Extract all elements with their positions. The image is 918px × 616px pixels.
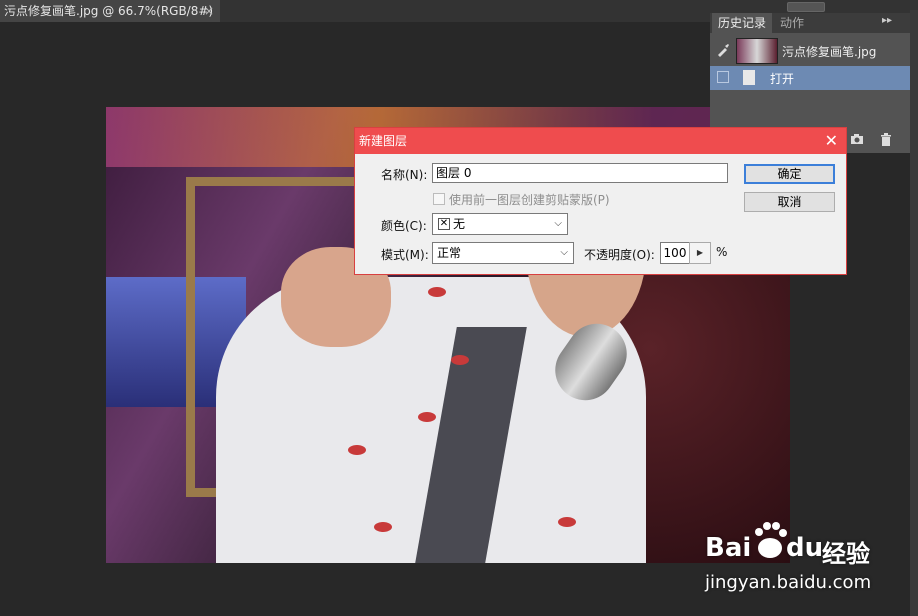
opacity-label: 不透明度(O): (584, 248, 655, 262)
blend-mode-value: 正常 (437, 246, 462, 260)
history-state-label: 打开 (770, 72, 795, 86)
chevron-down-icon: ⌵ (560, 247, 568, 258)
no-color-swatch-icon: ✕ (438, 218, 450, 230)
baidu-paw-icon (755, 522, 787, 558)
dialog-title: 新建图层 (359, 134, 408, 148)
lip-mark (374, 522, 392, 532)
dialog-title-bar[interactable]: 新建图层 ✕ (355, 128, 846, 154)
history-snapshot[interactable]: 污点修复画笔.jpg (710, 35, 918, 65)
watermark-brand: Bai (705, 533, 752, 563)
ok-button[interactable]: 确定 (744, 164, 835, 184)
tab-actions[interactable]: 动作 (774, 13, 810, 33)
lip-mark (348, 445, 366, 455)
lip-mark (418, 412, 436, 422)
opacity-unit: % (716, 245, 728, 259)
snapshot-thumbnail (736, 38, 778, 64)
history-source-checkbox[interactable] (717, 71, 729, 83)
history-state-row[interactable]: 打开 (710, 66, 918, 90)
opacity-slider-arrow-icon[interactable]: ▶ (689, 242, 711, 264)
new-layer-dialog: 新建图层 ✕ 名称(N): 图层 0 使用前一图层创建剪贴蒙版(P) 颜色(C)… (354, 127, 847, 275)
color-select[interactable]: ✕ 无 ⌵ (432, 213, 568, 235)
close-icon[interactable]: ✕ (825, 128, 838, 154)
panel-expand-icon[interactable]: ▸▸ (882, 15, 892, 26)
cancel-button[interactable]: 取消 (744, 192, 835, 212)
right-panel-edge (910, 10, 918, 616)
tab-history[interactable]: 历史记录 (712, 13, 773, 33)
document-icon (743, 70, 755, 85)
close-tab-icon[interactable]: × (204, 0, 214, 22)
watermark-sub: 经验 (822, 540, 870, 568)
opacity-input[interactable]: 100 (660, 242, 690, 264)
color-select-value: 无 (453, 217, 466, 231)
mode-label: 模式(M): (381, 248, 429, 262)
watermark-brand-suffix: du (786, 533, 824, 563)
chevron-down-icon: ⌵ (554, 218, 562, 229)
clip-mask-label: 使用前一图层创建剪贴蒙版(P) (449, 193, 610, 207)
trash-icon[interactable] (880, 133, 892, 149)
clip-mask-checkbox[interactable] (433, 193, 445, 205)
panel-tab-bar: 历史记录 动作 ▸▸ (710, 13, 918, 33)
lip-mark (558, 517, 576, 527)
layer-name-input[interactable]: 图层 0 (432, 163, 728, 183)
snapshot-label: 污点修复画笔.jpg (782, 45, 877, 59)
name-label: 名称(N): (381, 168, 428, 182)
panel-grip-handle[interactable] (787, 2, 825, 12)
watermark-url: jingyan.baidu.com (705, 572, 872, 593)
document-tab-title: 污点修复画笔.jpg @ 66.7%(RGB/8#) (4, 4, 214, 18)
blend-mode-select[interactable]: 正常 ⌵ (432, 242, 574, 264)
camera-icon[interactable] (850, 133, 864, 148)
color-label: 颜色(C): (381, 219, 427, 233)
lip-mark (428, 287, 446, 297)
lip-mark (451, 355, 469, 365)
history-brush-icon[interactable] (716, 43, 730, 57)
document-tab[interactable]: 污点修复画笔.jpg @ 66.7%(RGB/8#) × (0, 0, 220, 22)
